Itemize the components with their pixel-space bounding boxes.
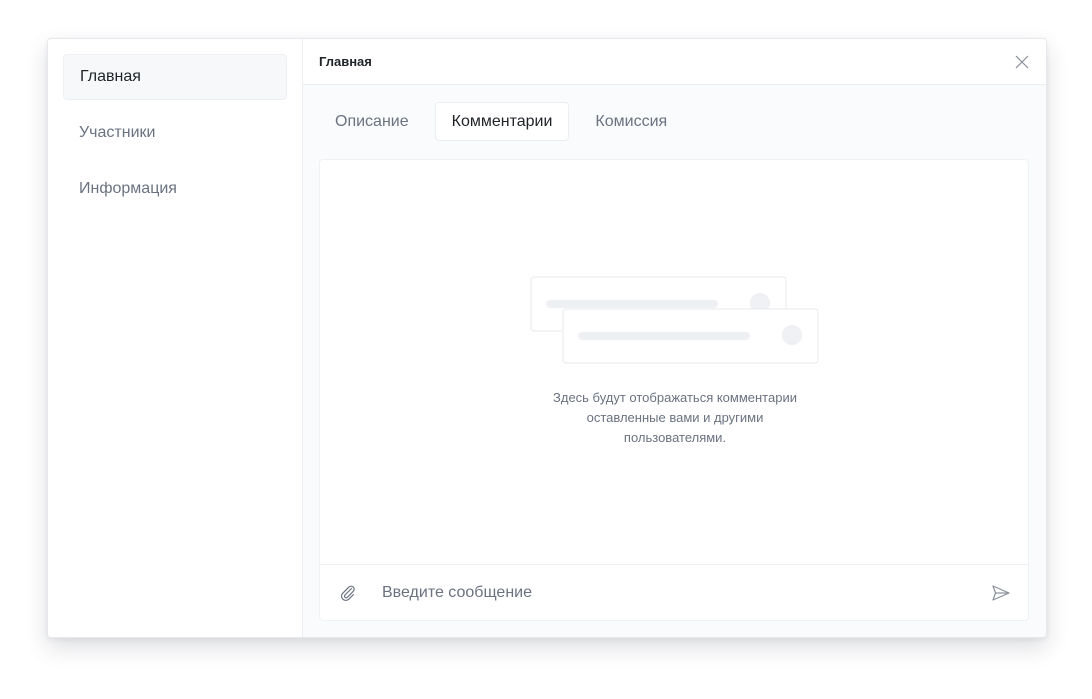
modal-header: Главная — [303, 39, 1046, 85]
sidebar-item-participants[interactable]: Участники — [63, 110, 287, 156]
page-title: Главная — [319, 54, 372, 69]
sidebar: Главная Участники Информация — [48, 39, 303, 637]
sidebar-item-main[interactable]: Главная — [63, 54, 287, 100]
sidebar-item-label: Главная — [80, 68, 141, 85]
empty-state-line: Здесь будут отображаться комментарии — [553, 390, 797, 405]
modal-dialog: Главная Участники Информация Главная Опи… — [47, 38, 1047, 638]
sidebar-item-label: Информация — [79, 180, 177, 197]
message-composer — [320, 564, 1028, 620]
message-input[interactable] — [380, 576, 944, 609]
tab-commission[interactable]: Комиссия — [579, 102, 683, 141]
comments-panel: Здесь будут отображаться комментарии ост… — [319, 159, 1029, 621]
sidebar-item-information[interactable]: Информация — [63, 166, 287, 212]
empty-state-line: пользователями. — [623, 430, 727, 445]
empty-comments-illustration — [530, 276, 820, 366]
paperclip-icon[interactable] — [338, 583, 358, 603]
empty-state-message: Здесь будут отображаться комментарии ост… — [525, 388, 825, 448]
sidebar-item-label: Участники — [79, 124, 156, 141]
empty-state-line: оставленные вами и другими — [586, 410, 764, 425]
main-content: Главная Описание Комментарии Комиссия Зд… — [303, 39, 1046, 637]
tab-bar: Описание Комментарии Комиссия — [303, 85, 1046, 143]
tab-description[interactable]: Описание — [319, 102, 425, 141]
send-icon[interactable] — [990, 582, 1012, 604]
close-icon[interactable] — [1012, 52, 1032, 72]
tab-comments[interactable]: Комментарии — [434, 102, 570, 141]
